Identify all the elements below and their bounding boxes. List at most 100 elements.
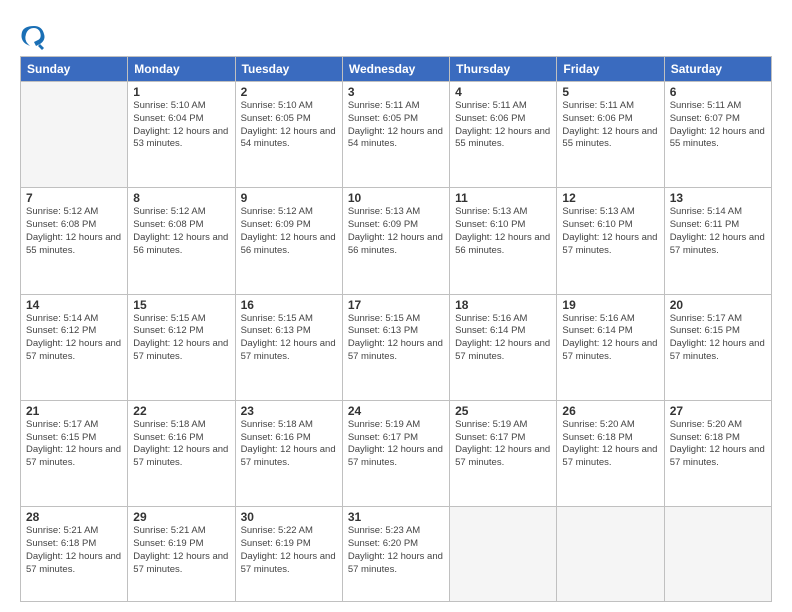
day-info: Sunrise: 5:19 AMSunset: 6:17 PMDaylight:… [455, 419, 551, 470]
day-number: 6 [670, 85, 766, 99]
day-number: 16 [241, 298, 337, 312]
table-row: 20Sunrise: 5:17 AMSunset: 6:15 PMDayligh… [664, 294, 771, 400]
day-info: Sunrise: 5:16 AMSunset: 6:14 PMDaylight:… [562, 313, 658, 364]
day-number: 5 [562, 85, 658, 99]
day-number: 31 [348, 510, 444, 524]
day-number: 11 [455, 191, 551, 205]
table-row: 5Sunrise: 5:11 AMSunset: 6:06 PMDaylight… [557, 82, 664, 188]
day-info: Sunrise: 5:13 AMSunset: 6:09 PMDaylight:… [348, 206, 444, 257]
table-row: 4Sunrise: 5:11 AMSunset: 6:06 PMDaylight… [450, 82, 557, 188]
day-info: Sunrise: 5:20 AMSunset: 6:18 PMDaylight:… [562, 419, 658, 470]
day-info: Sunrise: 5:23 AMSunset: 6:20 PMDaylight:… [348, 525, 444, 576]
day-number: 25 [455, 404, 551, 418]
weekday-header-row: SundayMondayTuesdayWednesdayThursdayFrid… [21, 57, 772, 82]
day-number: 23 [241, 404, 337, 418]
day-info: Sunrise: 5:16 AMSunset: 6:14 PMDaylight:… [455, 313, 551, 364]
day-number: 24 [348, 404, 444, 418]
table-row: 6Sunrise: 5:11 AMSunset: 6:07 PMDaylight… [664, 82, 771, 188]
day-number: 26 [562, 404, 658, 418]
table-row: 11Sunrise: 5:13 AMSunset: 6:10 PMDayligh… [450, 188, 557, 294]
header [20, 18, 772, 50]
table-row: 10Sunrise: 5:13 AMSunset: 6:09 PMDayligh… [342, 188, 449, 294]
day-number: 15 [133, 298, 229, 312]
weekday-header: Tuesday [235, 57, 342, 82]
day-info: Sunrise: 5:15 AMSunset: 6:13 PMDaylight:… [241, 313, 337, 364]
day-number: 29 [133, 510, 229, 524]
table-row [664, 507, 771, 602]
table-row: 30Sunrise: 5:22 AMSunset: 6:19 PMDayligh… [235, 507, 342, 602]
weekday-header: Thursday [450, 57, 557, 82]
table-row: 17Sunrise: 5:15 AMSunset: 6:13 PMDayligh… [342, 294, 449, 400]
day-number: 2 [241, 85, 337, 99]
day-info: Sunrise: 5:20 AMSunset: 6:18 PMDaylight:… [670, 419, 766, 470]
calendar: SundayMondayTuesdayWednesdayThursdayFrid… [20, 56, 772, 602]
day-number: 30 [241, 510, 337, 524]
weekday-header: Saturday [664, 57, 771, 82]
day-number: 27 [670, 404, 766, 418]
day-number: 8 [133, 191, 229, 205]
day-number: 9 [241, 191, 337, 205]
day-info: Sunrise: 5:14 AMSunset: 6:12 PMDaylight:… [26, 313, 122, 364]
table-row: 3Sunrise: 5:11 AMSunset: 6:05 PMDaylight… [342, 82, 449, 188]
day-info: Sunrise: 5:14 AMSunset: 6:11 PMDaylight:… [670, 206, 766, 257]
day-info: Sunrise: 5:11 AMSunset: 6:07 PMDaylight:… [670, 100, 766, 151]
table-row [557, 507, 664, 602]
day-number: 21 [26, 404, 122, 418]
weekday-header: Friday [557, 57, 664, 82]
table-row: 12Sunrise: 5:13 AMSunset: 6:10 PMDayligh… [557, 188, 664, 294]
table-row: 13Sunrise: 5:14 AMSunset: 6:11 PMDayligh… [664, 188, 771, 294]
weekday-header: Sunday [21, 57, 128, 82]
table-row: 31Sunrise: 5:23 AMSunset: 6:20 PMDayligh… [342, 507, 449, 602]
day-number: 17 [348, 298, 444, 312]
table-row: 15Sunrise: 5:15 AMSunset: 6:12 PMDayligh… [128, 294, 235, 400]
table-row: 8Sunrise: 5:12 AMSunset: 6:08 PMDaylight… [128, 188, 235, 294]
day-info: Sunrise: 5:15 AMSunset: 6:12 PMDaylight:… [133, 313, 229, 364]
day-info: Sunrise: 5:21 AMSunset: 6:18 PMDaylight:… [26, 525, 122, 576]
day-number: 14 [26, 298, 122, 312]
table-row: 22Sunrise: 5:18 AMSunset: 6:16 PMDayligh… [128, 400, 235, 506]
day-info: Sunrise: 5:21 AMSunset: 6:19 PMDaylight:… [133, 525, 229, 576]
weekday-header: Wednesday [342, 57, 449, 82]
table-row: 16Sunrise: 5:15 AMSunset: 6:13 PMDayligh… [235, 294, 342, 400]
day-info: Sunrise: 5:18 AMSunset: 6:16 PMDaylight:… [133, 419, 229, 470]
day-number: 3 [348, 85, 444, 99]
table-row: 24Sunrise: 5:19 AMSunset: 6:17 PMDayligh… [342, 400, 449, 506]
day-info: Sunrise: 5:18 AMSunset: 6:16 PMDaylight:… [241, 419, 337, 470]
table-row: 18Sunrise: 5:16 AMSunset: 6:14 PMDayligh… [450, 294, 557, 400]
table-row [450, 507, 557, 602]
table-row [21, 82, 128, 188]
day-info: Sunrise: 5:17 AMSunset: 6:15 PMDaylight:… [26, 419, 122, 470]
day-info: Sunrise: 5:11 AMSunset: 6:05 PMDaylight:… [348, 100, 444, 151]
day-info: Sunrise: 5:17 AMSunset: 6:15 PMDaylight:… [670, 313, 766, 364]
table-row: 1Sunrise: 5:10 AMSunset: 6:04 PMDaylight… [128, 82, 235, 188]
day-number: 22 [133, 404, 229, 418]
table-row: 27Sunrise: 5:20 AMSunset: 6:18 PMDayligh… [664, 400, 771, 506]
day-number: 7 [26, 191, 122, 205]
day-number: 20 [670, 298, 766, 312]
table-row: 23Sunrise: 5:18 AMSunset: 6:16 PMDayligh… [235, 400, 342, 506]
day-number: 4 [455, 85, 551, 99]
page: SundayMondayTuesdayWednesdayThursdayFrid… [0, 0, 792, 612]
calendar-week-row: 21Sunrise: 5:17 AMSunset: 6:15 PMDayligh… [21, 400, 772, 506]
day-info: Sunrise: 5:13 AMSunset: 6:10 PMDaylight:… [562, 206, 658, 257]
logo-icon [20, 22, 48, 50]
day-info: Sunrise: 5:19 AMSunset: 6:17 PMDaylight:… [348, 419, 444, 470]
calendar-week-row: 28Sunrise: 5:21 AMSunset: 6:18 PMDayligh… [21, 507, 772, 602]
calendar-week-row: 1Sunrise: 5:10 AMSunset: 6:04 PMDaylight… [21, 82, 772, 188]
day-info: Sunrise: 5:12 AMSunset: 6:08 PMDaylight:… [26, 206, 122, 257]
day-info: Sunrise: 5:15 AMSunset: 6:13 PMDaylight:… [348, 313, 444, 364]
table-row: 25Sunrise: 5:19 AMSunset: 6:17 PMDayligh… [450, 400, 557, 506]
day-number: 13 [670, 191, 766, 205]
table-row: 9Sunrise: 5:12 AMSunset: 6:09 PMDaylight… [235, 188, 342, 294]
day-info: Sunrise: 5:10 AMSunset: 6:04 PMDaylight:… [133, 100, 229, 151]
day-info: Sunrise: 5:10 AMSunset: 6:05 PMDaylight:… [241, 100, 337, 151]
day-number: 12 [562, 191, 658, 205]
calendar-week-row: 7Sunrise: 5:12 AMSunset: 6:08 PMDaylight… [21, 188, 772, 294]
weekday-header: Monday [128, 57, 235, 82]
day-number: 1 [133, 85, 229, 99]
day-info: Sunrise: 5:11 AMSunset: 6:06 PMDaylight:… [455, 100, 551, 151]
table-row: 21Sunrise: 5:17 AMSunset: 6:15 PMDayligh… [21, 400, 128, 506]
day-info: Sunrise: 5:12 AMSunset: 6:08 PMDaylight:… [133, 206, 229, 257]
table-row: 7Sunrise: 5:12 AMSunset: 6:08 PMDaylight… [21, 188, 128, 294]
table-row: 14Sunrise: 5:14 AMSunset: 6:12 PMDayligh… [21, 294, 128, 400]
